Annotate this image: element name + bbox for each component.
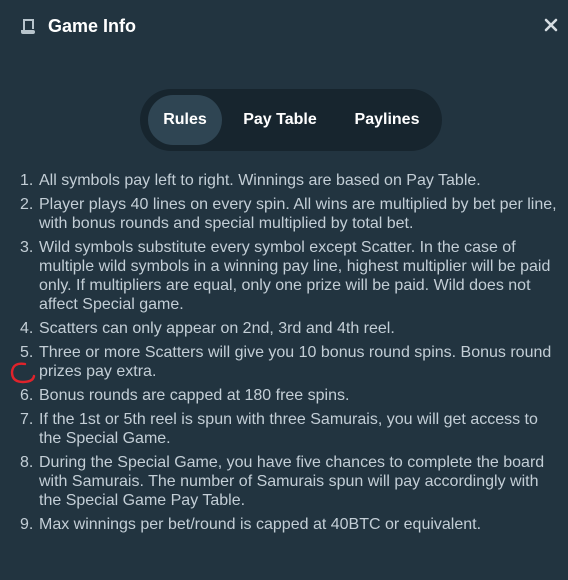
rule-number: 1. — [20, 172, 34, 189]
list-item: 4. Scatters can only appear on 2nd, 3rd … — [20, 319, 560, 338]
scroll-icon — [21, 19, 35, 34]
rule-text: Bonus rounds are capped at 180 free spin… — [39, 387, 350, 404]
rule-text: Max winnings per bet/round is capped at … — [39, 516, 482, 533]
list-item: 8. During the Special Game, you have fiv… — [20, 453, 560, 510]
rule-text: Player plays 40 lines on every spin. All… — [39, 196, 557, 232]
rule-number: 6. — [20, 387, 34, 404]
list-item: 5. Three or more Scatters will give you … — [20, 343, 560, 381]
rules-list: 1. All symbols pay left to right. Winnin… — [20, 171, 560, 539]
tab-rules[interactable]: Rules — [148, 95, 222, 145]
list-item: 6. Bonus rounds are capped at 180 free s… — [20, 386, 560, 405]
rule-number: 7. — [20, 411, 34, 428]
list-item: 3. Wild symbols substitute every symbol … — [20, 238, 560, 314]
list-item: 2. Player plays 40 lines on every spin. … — [20, 195, 560, 233]
rule-number: 8. — [20, 454, 34, 471]
page-title: Game Info — [48, 16, 137, 36]
rule-text: Three or more Scatters will give you 10 … — [39, 344, 552, 380]
rule-text: Wild symbols substitute every symbol exc… — [39, 239, 551, 313]
tab-paylines[interactable]: Paylines — [338, 95, 436, 145]
list-item: 7. If the 1st or 5th reel is spun with t… — [20, 410, 560, 448]
list-item: 1. All symbols pay left to right. Winnin… — [20, 171, 560, 190]
highlight-circle-annotation — [10, 362, 36, 384]
tab-pay-table[interactable]: Pay Table — [232, 95, 328, 145]
rule-text: During the Special Game, you have five c… — [39, 454, 545, 509]
rule-number: 3. — [20, 239, 34, 256]
rule-text: If the 1st or 5th reel is spun with thre… — [39, 411, 538, 447]
rule-number: 4. — [20, 320, 34, 337]
list-item: 9. Max winnings per bet/round is capped … — [20, 515, 560, 534]
rule-text: Scatters can only appear on 2nd, 3rd and… — [39, 320, 395, 337]
rule-number: 9. — [20, 516, 34, 533]
tab-bar: Rules Pay Table Paylines — [140, 89, 442, 151]
rule-text: All symbols pay left to right. Winnings … — [39, 172, 481, 189]
rule-number: 2. — [20, 196, 34, 213]
close-icon[interactable] — [538, 12, 564, 38]
modal-header: Game Info — [0, 0, 568, 52]
